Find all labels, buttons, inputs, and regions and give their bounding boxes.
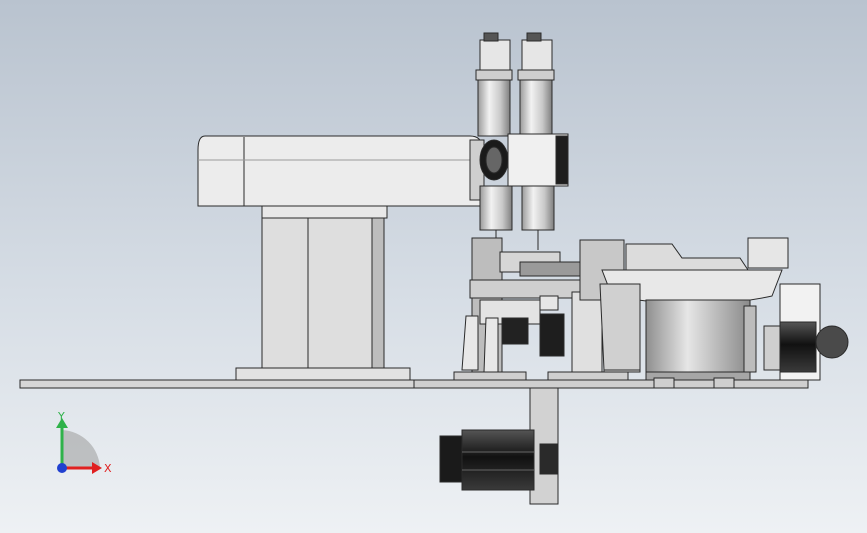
y-axis-label: Y <box>57 410 65 423</box>
z-axis-icon <box>57 463 67 473</box>
cad-3d-viewport[interactable] <box>0 0 867 533</box>
lower-servo-motor <box>439 387 559 505</box>
robot-arm <box>197 135 509 381</box>
coordinate-triad: Y X <box>40 410 120 480</box>
feeder-drive-motor <box>763 321 849 373</box>
triad-sector <box>62 430 100 468</box>
x-axis-label: X <box>104 462 112 475</box>
base-plate <box>19 379 809 389</box>
